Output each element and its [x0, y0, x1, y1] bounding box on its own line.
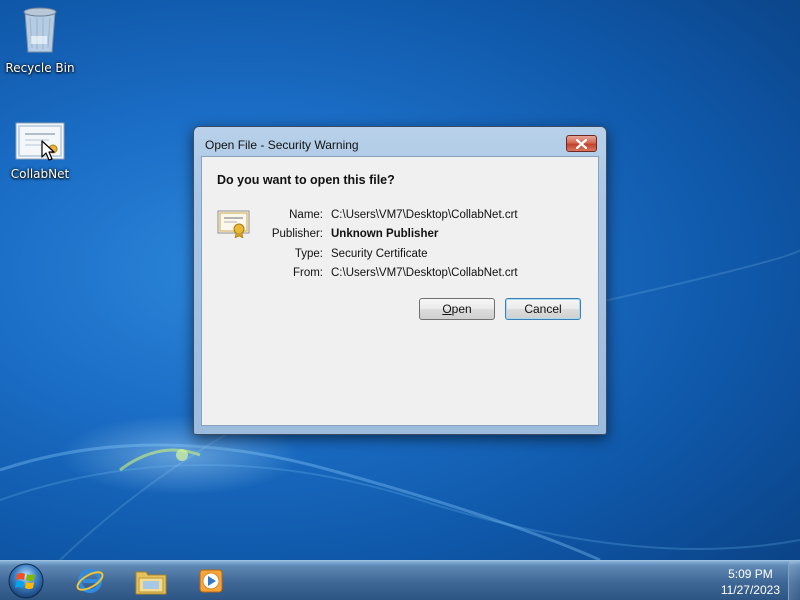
open-button-label: pen [451, 302, 472, 316]
internet-explorer-icon [76, 569, 104, 593]
windows-start-orb-icon [8, 563, 44, 599]
detail-row-name: Name: C:\Users\VM7\Desktop\CollabNet.crt [262, 205, 518, 225]
desktop-icon-collabnet[interactable]: CollabNet [0, 122, 80, 181]
file-details: Name: C:\Users\VM7\Desktop\CollabNet.crt… [262, 205, 518, 283]
detail-value: C:\Users\VM7\Desktop\CollabNet.crt [331, 267, 518, 280]
recycle-bin-label: Recycle Bin [5, 61, 75, 75]
detail-key: Type: [294, 247, 323, 260]
dialog-title: Open File - Security Warning [205, 138, 359, 152]
taskbar-internet-explorer[interactable] [64, 563, 116, 599]
certificate-file-icon [15, 122, 65, 160]
detail-value: Security Certificate [331, 247, 428, 260]
detail-value: C:\Users\VM7\Desktop\CollabNet.crt [331, 208, 518, 221]
detail-row-publisher: Publisher: Unknown Publisher [262, 225, 518, 245]
cancel-button[interactable]: Cancel [505, 298, 581, 320]
desktop-icon-recycle-bin[interactable]: Recycle Bin [0, 6, 80, 75]
security-warning-dialog: Open File - Security Warning Do you want… [193, 126, 607, 435]
dialog-question: Do you want to open this file? [217, 173, 395, 187]
system-tray: 5:09 PM 11/27/2023 [680, 561, 800, 600]
detail-key: Name: [289, 208, 323, 221]
windows-explorer-icon [135, 571, 167, 595]
detail-key: From: [292, 267, 323, 280]
close-icon [576, 138, 587, 149]
detail-row-from: From: C:\Users\VM7\Desktop\CollabNet.crt [262, 264, 518, 284]
detail-value: Unknown Publisher [331, 228, 439, 241]
taskbar-windows-explorer[interactable] [125, 563, 177, 599]
open-button-mnemonic: O [442, 302, 452, 316]
taskbar: 5:09 PM 11/27/2023 [0, 560, 800, 600]
dialog-titlebar[interactable]: Open File - Security Warning [194, 127, 606, 157]
detail-row-type: Type: Security Certificate [262, 244, 518, 264]
certificate-icon [217, 210, 250, 238]
dialog-client-area: Do you want to open this file? Name: C:\… [201, 156, 599, 426]
taskbar-media-player[interactable] [185, 563, 237, 599]
cancel-button-label: Cancel [524, 302, 562, 316]
collabnet-label: CollabNet [10, 167, 70, 181]
close-button[interactable] [566, 135, 597, 152]
clock-date: 11/27/2023 [720, 583, 780, 597]
media-player-icon [199, 569, 223, 593]
start-button[interactable] [4, 561, 48, 600]
detail-key: Publisher: [271, 228, 323, 241]
clock[interactable]: 5:09 PM 11/27/2023 [721, 566, 780, 598]
recycle-bin-icon [23, 7, 57, 53]
mouse-cursor-icon [41, 140, 55, 161]
clock-time: 5:09 PM [728, 567, 773, 581]
open-button[interactable]: Open [419, 298, 495, 320]
show-desktop-button[interactable] [788, 561, 800, 600]
